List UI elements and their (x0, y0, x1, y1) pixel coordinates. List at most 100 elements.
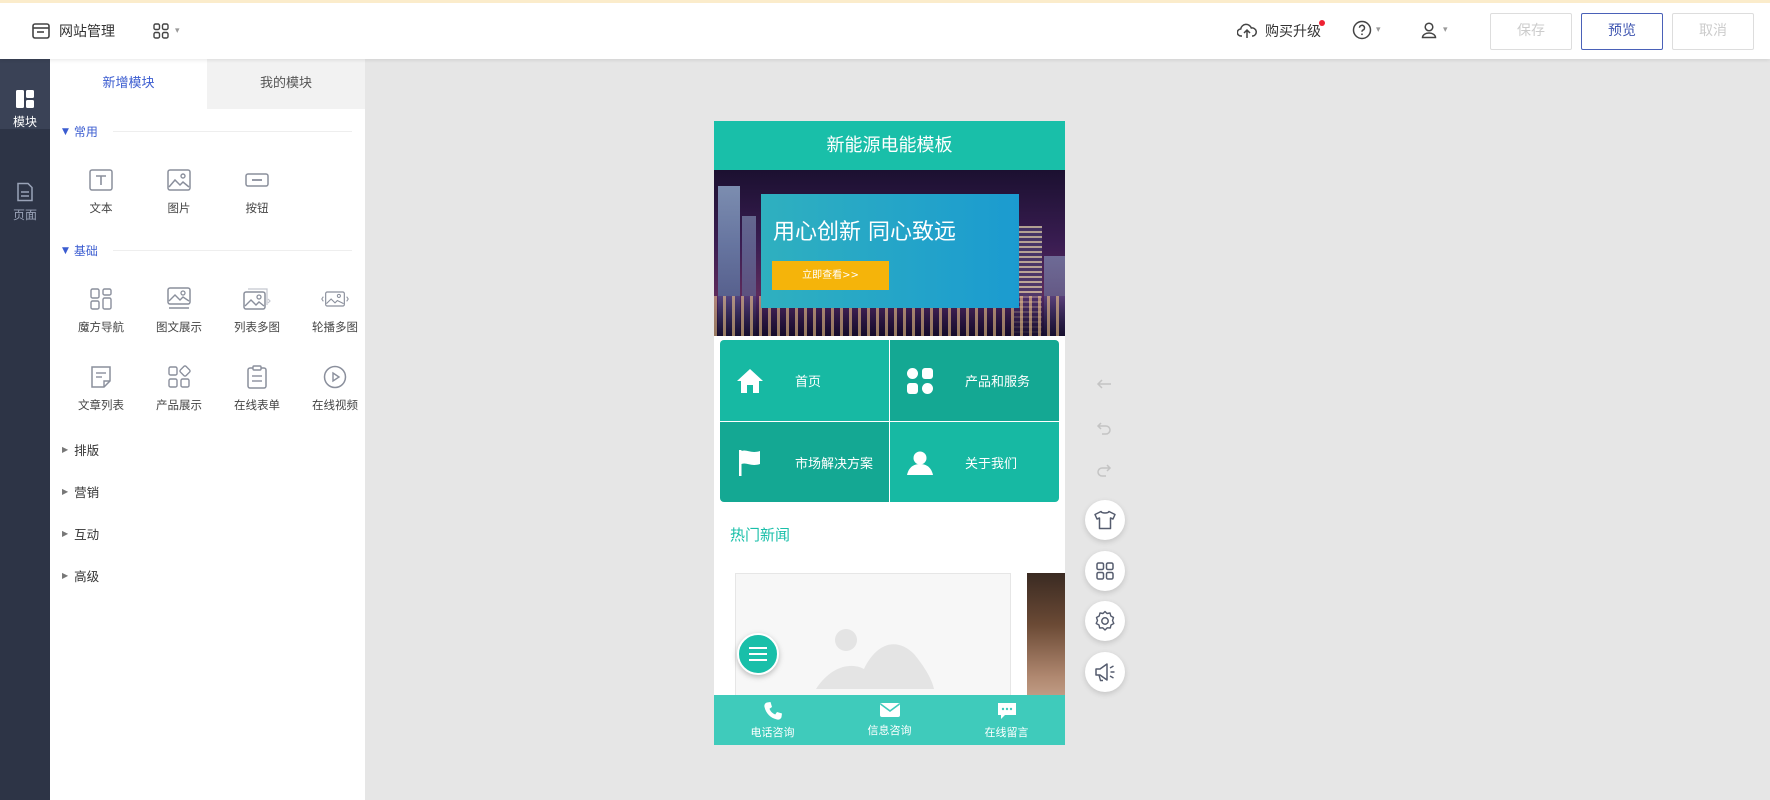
buy-upgrade-button[interactable]: 购买升级 (1237, 20, 1325, 41)
image-icon (165, 166, 193, 194)
tool-button[interactable]: 按钮 (218, 166, 296, 228)
cube-nav-icon (87, 285, 115, 313)
nav-label: 市场解决方案 (795, 457, 874, 472)
section-interactive[interactable]: ▶ 互动 (62, 524, 99, 543)
caret-down-icon: ▼ (62, 126, 69, 137)
cancel-button[interactable]: 取消 (1672, 13, 1754, 50)
tool-cube-nav[interactable]: 魔方导航 (62, 285, 140, 347)
news-thumbnail[interactable] (1027, 573, 1065, 703)
rail-item-label: 模块 (12, 115, 37, 129)
section-marketing[interactable]: ▶ 营销 (62, 482, 99, 501)
bottom-label: 在线留言 (984, 726, 1029, 739)
product-icon (165, 363, 193, 391)
tab-my-modules[interactable]: 我的模块 (207, 59, 365, 109)
chevron-down-icon: ▾ (1443, 25, 1448, 35)
tool-article-list[interactable]: 文章列表 (62, 363, 140, 425)
page-icon (16, 182, 34, 202)
nav-home[interactable]: 首页 (720, 340, 889, 421)
bottom-phone-consult[interactable]: 电话咨询 (714, 695, 831, 745)
banner-view-button[interactable]: 立即查看>> (772, 261, 889, 290)
left-rail: 模块 页面 (0, 59, 50, 800)
apps-icon (905, 366, 935, 396)
caret-right-icon: ▶ (62, 529, 69, 538)
help-icon (1352, 20, 1372, 40)
nav-solutions[interactable]: 市场解决方案 (720, 422, 889, 502)
nav-label: 首页 (795, 375, 822, 390)
section-advanced[interactable]: ▶ 高级 (62, 566, 99, 585)
section-layout[interactable]: ▶ 排版 (62, 440, 99, 459)
section-label: 排版 (74, 443, 100, 458)
preview-button[interactable]: 预览 (1581, 13, 1663, 50)
basic-tools-row2: 文章列表 产品展示 在线表单 在线视频 (62, 363, 374, 425)
bottom-label: 电话咨询 (750, 726, 795, 739)
news-image-placeholder[interactable] (735, 573, 1011, 703)
mail-icon (879, 701, 901, 719)
section-label: 高级 (74, 569, 100, 584)
tool-label: 在线视频 (312, 398, 358, 412)
site-manage-link[interactable]: 网站管理 ▾ (32, 21, 180, 41)
image-text-icon (165, 285, 193, 313)
settings-button[interactable] (1085, 601, 1125, 641)
rail-item-pages[interactable]: 页面 (0, 152, 50, 222)
mobile-header-title: 新能源电能模板 (714, 121, 1065, 170)
nav-about[interactable]: 关于我们 (890, 422, 1059, 502)
theme-button[interactable] (1085, 500, 1125, 540)
tool-list-images[interactable]: 列表多图 (218, 285, 296, 347)
undo-button[interactable] (1096, 421, 1112, 435)
tool-image[interactable]: 图片 (140, 166, 218, 228)
modules-icon (15, 89, 35, 109)
user-menu[interactable]: ▾ (1419, 20, 1448, 40)
site-manage-label: 网站管理 (59, 24, 115, 40)
tool-form[interactable]: 在线表单 (218, 363, 296, 425)
list-images-icon (243, 285, 271, 313)
tool-label: 图片 (167, 201, 191, 215)
cloud-upload-icon (1237, 23, 1257, 39)
megaphone-icon (1095, 663, 1115, 682)
redo-icon (1097, 464, 1112, 477)
rail-item-modules[interactable]: 模块 (0, 59, 50, 129)
flag-icon (735, 448, 765, 478)
banner[interactable]: 用心创新 同心致远 立即查看>> (714, 170, 1065, 336)
apps-menu[interactable]: ▾ (153, 23, 180, 39)
section-label: 营销 (74, 485, 100, 500)
nav-products[interactable]: 产品和服务 (890, 340, 1059, 421)
tool-text[interactable]: 文本 (62, 166, 140, 228)
tool-label: 轮播多图 (312, 320, 358, 334)
panel-tabs: 新增模块 我的模块 (50, 59, 365, 109)
user-icon (1419, 20, 1439, 40)
tool-label: 产品展示 (156, 398, 202, 412)
carousel-icon (321, 285, 349, 313)
menu-fab-button[interactable] (737, 633, 779, 675)
redo-button[interactable] (1096, 463, 1112, 477)
tool-video[interactable]: 在线视频 (296, 363, 374, 425)
nav-label: 关于我们 (965, 457, 1018, 472)
bottom-info-consult[interactable]: 信息咨询 (831, 695, 948, 745)
tool-product[interactable]: 产品展示 (140, 363, 218, 425)
tool-label: 文本 (89, 201, 113, 215)
rail-item-label: 页面 (12, 208, 37, 222)
section-label: 基础 (73, 244, 98, 258)
buy-upgrade-label: 购买升级 (1265, 24, 1321, 40)
arrow-left-icon (1096, 379, 1111, 389)
back-button[interactable] (1096, 378, 1112, 390)
tool-image-text[interactable]: 图文展示 (140, 285, 218, 347)
section-basic-header[interactable]: ▼ 基础 (62, 242, 352, 259)
caret-right-icon: ▶ (62, 445, 69, 454)
menu-icon (749, 647, 767, 661)
section-common-header[interactable]: ▼ 常用 (62, 123, 352, 140)
bottom-online-message[interactable]: 在线留言 (948, 695, 1065, 745)
help-menu[interactable]: ▾ (1352, 20, 1381, 40)
hot-news-title: 热门新闻 (730, 526, 791, 544)
caret-down-icon: ▼ (62, 245, 69, 256)
divider (112, 250, 352, 251)
announcement-button[interactable] (1085, 652, 1125, 692)
save-button[interactable]: 保存 (1490, 13, 1572, 50)
tab-add-module[interactable]: 新增模块 (50, 59, 207, 109)
phone-preview[interactable]: 新能源电能模板 用心创新 同心致远 立即查看>> 首页 产品和服务 市场解决方案… (714, 121, 1065, 745)
site-manage-icon (32, 23, 50, 39)
tool-label: 魔方导航 (78, 320, 124, 334)
tool-label: 在线表单 (234, 398, 280, 412)
section-label: 互动 (74, 527, 100, 542)
components-button[interactable] (1085, 551, 1125, 591)
tool-carousel[interactable]: 轮播多图 (296, 285, 374, 347)
